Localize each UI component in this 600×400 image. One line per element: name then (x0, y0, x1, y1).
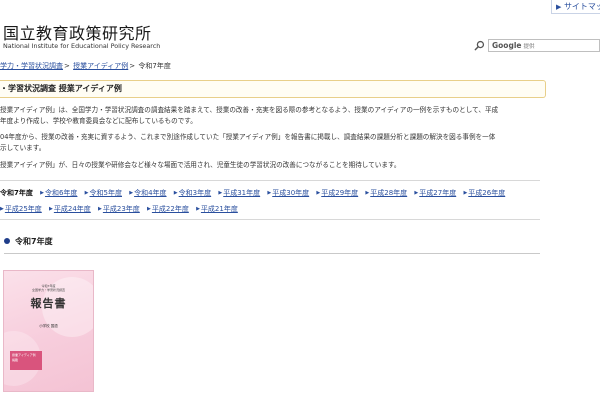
search-input[interactable]: Google 提供 (488, 39, 600, 52)
breadcrumb: 学力・学習状況調査> 授業アイディア例> 令和7年度 (0, 61, 171, 71)
arrow-right-icon: ▶ (173, 190, 178, 196)
year-link[interactable]: 平成25年度 (5, 203, 42, 216)
year-link[interactable]: 平成31年度 (223, 187, 260, 200)
year-current: 令和7年度 (0, 189, 33, 197)
year-nav-row-2: ▶平成25年度 ▶平成24年度 ▶平成23年度 ▶平成22年度 ▶平成21年度 (0, 203, 545, 216)
intro-paragraph-2: 04年度から、授業の改善・充実に資するよう、これまで別途作成していた「授業アイデ… (0, 132, 550, 154)
arrow-right-icon: ▶ (196, 206, 200, 212)
year-link[interactable]: 平成28年度 (370, 187, 407, 200)
cover-tag-sub: 掲載 (12, 358, 19, 362)
site-logo-jp[interactable]: 国立教育政策研究所 (3, 20, 152, 44)
cover-subject: 小学校 国語 (39, 324, 58, 328)
arrow-right-icon: ▶ (129, 190, 134, 196)
year-link[interactable]: 平成26年度 (468, 187, 505, 200)
year-link[interactable]: 平成29年度 (321, 187, 358, 200)
arrow-right-icon: ▶ (218, 190, 223, 196)
year-link[interactable]: 平成21年度 (201, 203, 238, 216)
intro-line: 04年度から、授業の改善・充実に資するよう、これまで別途作成していた「授業アイデ… (0, 133, 496, 141)
year-link[interactable]: 平成24年度 (54, 203, 91, 216)
arrow-right-icon: ▶ (84, 190, 89, 196)
divider (0, 219, 540, 220)
year-nav-row-1: 令和7年度 ▶令和6年度 ▶令和5年度 ▶令和4年度 ▶令和3年度 ▶平成31年… (0, 187, 545, 200)
intro-paragraph-1: 授業アイディア例」は、全国学力・学習状況調査の調査結果を踏まえて、授業の改善・充… (0, 105, 550, 127)
intro-line: 示しています。 (0, 144, 46, 152)
arrow-right-icon: ▶ (49, 206, 53, 212)
intro-line: 授業アイディア例」が、日々の授業や研修会など様々な場面で活用され、児童生徒の学習… (0, 161, 401, 169)
arrow-right-icon: ▶ (40, 190, 44, 196)
year-link[interactable]: 令和3年度 (179, 187, 211, 200)
cover-title: 報告書 (30, 297, 67, 310)
sitemap-link[interactable]: ▶ サイトマップ (551, 0, 600, 14)
year-link[interactable]: 平成30年度 (272, 187, 309, 200)
intro-line: 授業アイディア例」は、全国学力・学習状況調査の調査結果を踏まえて、授業の改善・充… (0, 106, 499, 114)
breadcrumb-item-survey[interactable]: 学力・学習状況調査 (0, 62, 63, 70)
site-search: Google 提供 (474, 39, 600, 52)
arrow-right-icon: ▶ (147, 206, 151, 212)
report-cover-thumbnail[interactable]: 令和7年度 全国学力・学習状況調査 報告書 小学校 国語 授業アイディア例 掲載 (3, 270, 94, 392)
intro-line: 年度より作成し、学校や教育委員会などに配布しているものです。 (0, 117, 197, 125)
breadcrumb-current: 令和7年度 (138, 62, 171, 70)
arrow-right-icon: ▶ (98, 206, 102, 212)
search-provider-suffix: 提供 (523, 44, 535, 50)
breadcrumb-separator: > (64, 62, 73, 70)
year-link[interactable]: 令和6年度 (45, 187, 77, 200)
search-icon[interactable] (474, 40, 485, 51)
section-heading-text: 令和7年度 (15, 237, 53, 246)
arrow-right-icon: ▶ (556, 3, 562, 11)
year-link[interactable]: 平成22年度 (152, 203, 189, 216)
cover-survey-name: 全国学力・学習状況調査 (31, 288, 65, 292)
section-heading: 令和7年度 (4, 236, 540, 254)
arrow-right-icon: ▶ (414, 190, 419, 196)
arrow-right-icon: ▶ (463, 190, 468, 196)
breadcrumb-item-ideas[interactable]: 授業アイディア例 (73, 62, 128, 70)
breadcrumb-separator: > (129, 62, 138, 70)
arrow-right-icon: ▶ (0, 206, 4, 212)
arrow-right-icon: ▶ (267, 190, 272, 196)
search-provider-label: Google (492, 41, 522, 50)
divider (0, 180, 540, 181)
year-link[interactable]: 令和4年度 (134, 187, 166, 200)
bullet-dot-icon (4, 238, 10, 244)
year-link[interactable]: 令和5年度 (90, 187, 122, 200)
arrow-right-icon: ▶ (316, 190, 321, 196)
site-logo-en: National Institute for Educational Polic… (3, 42, 161, 50)
arrow-right-icon: ▶ (365, 190, 370, 196)
year-link[interactable]: 平成27年度 (419, 187, 456, 200)
sitemap-label: サイトマップ (563, 2, 600, 11)
cover-tag: 授業アイディア例 掲載 (10, 351, 42, 370)
intro-paragraph-3: 授業アイディア例」が、日々の授業や研修会など様々な場面で活用され、児童生徒の学習… (0, 160, 550, 171)
year-link[interactable]: 平成23年度 (103, 203, 140, 216)
page-title: ・学習状況調査 授業アイディア例 (0, 80, 546, 98)
